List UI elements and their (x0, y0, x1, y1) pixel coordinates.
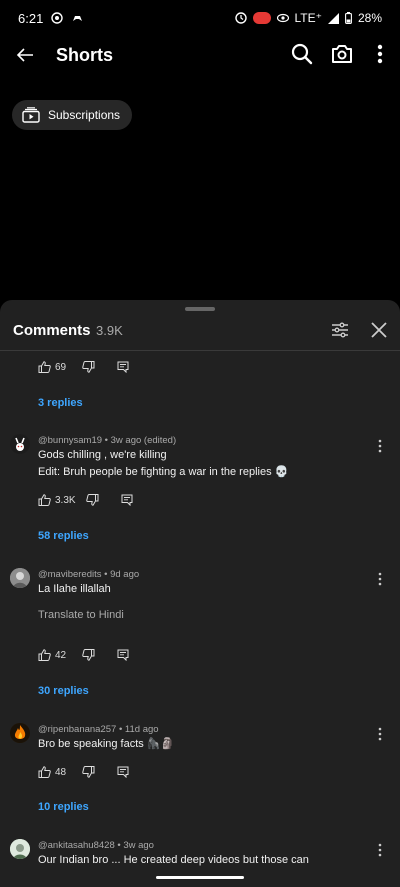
comment-actions-3: 48 (38, 763, 129, 781)
comment-text: Gods chilling , we're killing (38, 449, 167, 461)
avatar[interactable] (10, 839, 30, 859)
avatar-photo-icon (10, 839, 30, 859)
screen-record-icon (252, 12, 271, 24)
comment-icon (117, 361, 129, 373)
gesture-nav-bar[interactable] (156, 876, 244, 879)
reply-button[interactable] (117, 649, 129, 661)
like-count: 42 (55, 649, 67, 661)
camera-icon (332, 45, 352, 63)
dislike-button[interactable] (85, 494, 99, 506)
comment-text: La Ilahe illallah (38, 583, 111, 595)
more-options-button[interactable] (368, 42, 392, 68)
comment-actions-2: 42 (38, 646, 129, 664)
comments-title: Comments (13, 322, 91, 339)
drag-handle[interactable] (185, 307, 215, 311)
thumbs-down-icon (82, 361, 95, 373)
reply-button[interactable] (117, 766, 129, 778)
arrow-left-icon (16, 48, 33, 62)
thumbs-down-icon (82, 766, 95, 778)
comment-icon (117, 649, 129, 661)
more-vertical-icon (378, 439, 382, 453)
comments-header: Comments 3.9K (0, 316, 400, 350)
avatar[interactable] (10, 568, 30, 588)
battery-icon (345, 12, 352, 24)
comment-meta[interactable]: @bunnysam19 • 3w ago (edited) (38, 435, 176, 446)
avatar-image-icon (10, 568, 30, 588)
like-count: 48 (55, 766, 67, 778)
app-bar: Shorts (0, 36, 400, 76)
comment-meta[interactable]: @ankitasahu8428 • 3w ago (38, 840, 154, 851)
dislike-button[interactable] (82, 361, 95, 373)
like-count: 3.3K (55, 494, 76, 506)
view-replies-link[interactable]: 3 replies (38, 397, 83, 409)
thumbs-up-icon (38, 766, 51, 778)
comment-menu-button[interactable] (374, 438, 386, 454)
back-button[interactable] (12, 42, 38, 68)
comments-count: 3.9K (96, 323, 123, 338)
thumbs-up-icon (38, 649, 51, 661)
comment-menu-button[interactable] (374, 726, 386, 742)
search-icon (291, 43, 313, 65)
comment-icon (117, 766, 129, 778)
comment-actions-0: 69 (38, 358, 129, 376)
thumbs-down-icon (85, 494, 99, 506)
like-button[interactable]: 3.3K (38, 494, 76, 506)
like-count: 69 (55, 361, 67, 373)
comment-menu-button[interactable] (374, 842, 386, 858)
status-time: 6:21 (18, 10, 44, 26)
target-icon (51, 12, 64, 24)
sort-filter-button[interactable] (330, 320, 352, 342)
more-vertical-icon (378, 727, 382, 741)
comment-meta[interactable]: @ripenbanana257 • 11d ago (38, 724, 159, 735)
more-vertical-icon (378, 843, 382, 857)
search-button[interactable] (290, 42, 316, 68)
more-vertical-icon (377, 44, 383, 64)
header-divider (0, 350, 400, 351)
eye-icon (276, 13, 289, 23)
comment-actions-1: 3.3K (38, 491, 133, 509)
subscriptions-icon (22, 107, 40, 123)
battery-percent: 28% (357, 11, 382, 25)
view-replies-link[interactable]: 30 replies (38, 685, 89, 697)
translate-link[interactable]: Translate to Hindi (38, 609, 124, 621)
like-button[interactable]: 42 (38, 649, 66, 661)
thumbs-up-icon (38, 494, 51, 506)
dislike-button[interactable] (82, 649, 95, 661)
game-controller-icon (71, 12, 84, 24)
comments-sheet: Comments 3.9K 69 3 replies @bunnysam19 •… (0, 300, 400, 887)
more-vertical-icon (378, 572, 382, 586)
subscriptions-label: Subscriptions (48, 108, 121, 122)
comment-menu-button[interactable] (374, 571, 386, 587)
comment-text: Bro be speaking facts 🦍🗿 (38, 738, 175, 750)
reply-button[interactable] (121, 494, 133, 506)
like-button[interactable]: 69 (38, 361, 66, 373)
alarm-icon (234, 12, 247, 24)
view-replies-link[interactable]: 58 replies (38, 530, 89, 542)
reply-button[interactable] (117, 361, 129, 373)
view-replies-link[interactable]: 10 replies (38, 801, 89, 813)
close-icon (371, 322, 387, 338)
avatar-rabbit-icon (10, 434, 30, 454)
page-title: Shorts (56, 45, 114, 65)
network-label: LTE⁺ (294, 11, 322, 25)
comment-text: Our Indian bro ... He created deep video… (38, 854, 309, 866)
camera-button[interactable] (330, 42, 356, 68)
dislike-button[interactable] (82, 766, 95, 778)
avatar[interactable] (10, 434, 30, 454)
comment-text-line2: Edit: Bruh people be fighting a war in t… (38, 466, 289, 478)
subscriptions-chip[interactable]: Subscriptions (12, 100, 132, 130)
signal-icon (327, 12, 339, 24)
sliders-icon (332, 322, 348, 338)
status-bar: 6:21 LTE⁺ 28% (0, 0, 400, 36)
comment-meta[interactable]: @maviberedits • 9d ago (38, 569, 139, 580)
avatar[interactable] (10, 723, 30, 743)
like-button[interactable]: 48 (38, 766, 66, 778)
close-button[interactable] (369, 320, 391, 342)
thumbs-down-icon (82, 649, 95, 661)
thumbs-up-icon (38, 361, 51, 373)
avatar-flame-icon (10, 723, 30, 743)
comment-icon (121, 494, 133, 506)
